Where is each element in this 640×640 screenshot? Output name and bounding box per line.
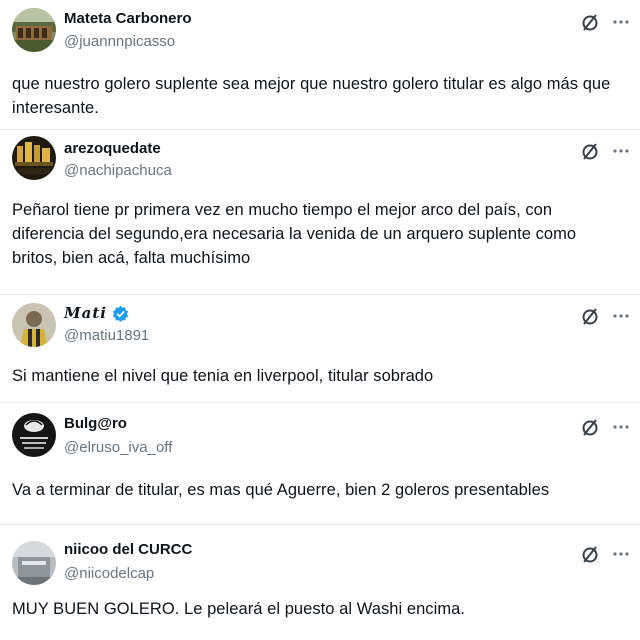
avatar-player[interactable] xyxy=(12,303,56,347)
tweet-text: Va a terminar de titular, es mas qué Agu… xyxy=(12,481,550,499)
display-name[interactable]: Bulg@ro xyxy=(64,415,127,432)
grok-slash-icon[interactable] xyxy=(580,544,600,564)
tweet-3[interactable]: 𝑴𝒂𝒕𝒊 @matiu1891 Si mantiene el nivel que… xyxy=(0,295,640,403)
avatar-grey[interactable] xyxy=(12,541,56,585)
handle[interactable]: @niicodelcap xyxy=(64,565,154,582)
more-icon[interactable] xyxy=(612,424,630,430)
avatar-stadium[interactable] xyxy=(12,8,56,52)
avatar-dark[interactable] xyxy=(12,413,56,457)
more-icon[interactable] xyxy=(612,19,630,25)
display-name[interactable]: arezoquedate xyxy=(64,140,161,157)
grok-slash-icon[interactable] xyxy=(580,12,600,32)
handle[interactable]: @matiu1891 xyxy=(64,327,149,344)
more-icon[interactable] xyxy=(612,551,630,557)
tweet-4[interactable]: Bulg@ro @elruso_iva_off Va a terminar de… xyxy=(0,403,640,525)
handle[interactable]: @juannnpicasso xyxy=(64,33,175,50)
tweet-text: MUY BUEN GOLERO. Le peleará el puesto al… xyxy=(12,600,465,618)
avatar-trophies[interactable] xyxy=(12,136,56,180)
grok-slash-icon[interactable] xyxy=(580,141,600,161)
display-name[interactable]: niicoo del CURCC xyxy=(64,541,192,558)
handle[interactable]: @nachipachuca xyxy=(64,162,172,179)
tweet-text: Si mantiene el nivel que tenia en liverp… xyxy=(12,367,434,385)
tweet-1[interactable]: Mateta Carbonero @juannnpicasso que nues… xyxy=(0,0,640,130)
display-name[interactable]: 𝑴𝒂𝒕𝒊 xyxy=(64,304,107,323)
tweet-text: que nuestro golero suplente sea mejor qu… xyxy=(12,75,611,117)
grok-slash-icon[interactable] xyxy=(580,306,600,326)
tweet-2[interactable]: arezoquedate @nachipachuca Peñarol tiene… xyxy=(0,130,640,295)
verified-badge-icon xyxy=(112,305,129,322)
tweet-text: Peñarol tiene pr primera vez en mucho ti… xyxy=(12,201,577,267)
handle[interactable]: @elruso_iva_off xyxy=(64,439,172,456)
more-icon[interactable] xyxy=(612,148,630,154)
more-icon[interactable] xyxy=(612,313,630,319)
display-name[interactable]: Mateta Carbonero xyxy=(64,10,192,27)
tweet-5[interactable]: niicoo del CURCC @niicodelcap MUY BUEN G… xyxy=(0,525,640,640)
reply-feed: Mateta Carbonero @juannnpicasso que nues… xyxy=(0,0,640,640)
grok-slash-icon[interactable] xyxy=(580,417,600,437)
